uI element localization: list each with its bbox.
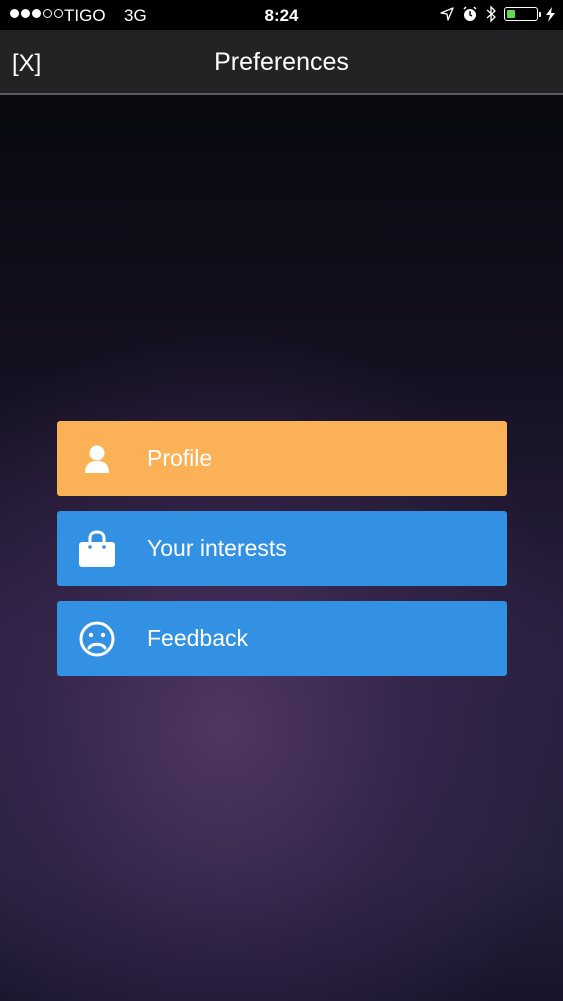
bluetooth-icon xyxy=(486,5,496,23)
profile-label: Profile xyxy=(147,445,213,471)
location-arrow-icon xyxy=(440,7,454,21)
status-bar: TIGO 3G 8:24 xyxy=(0,0,563,30)
page-title: Preferences xyxy=(214,48,349,76)
feedback-button[interactable]: Feedback xyxy=(57,601,507,676)
battery-icon xyxy=(504,7,541,21)
sad-face-icon xyxy=(77,619,117,659)
user-icon xyxy=(77,439,117,479)
content-background: Profile Your interests Feedback xyxy=(0,95,563,1001)
status-icons xyxy=(440,5,555,23)
navigation-bar: [X] Preferences xyxy=(0,30,563,95)
your-interests-button[interactable]: Your interests xyxy=(57,511,507,586)
shopping-bag-icon xyxy=(77,529,117,569)
charging-bolt-icon xyxy=(546,6,555,22)
alarm-icon xyxy=(463,6,477,21)
profile-button[interactable]: Profile xyxy=(57,421,507,496)
your-interests-label: Your interests xyxy=(147,535,287,561)
preferences-menu: Profile Your interests Feedback xyxy=(57,421,507,691)
feedback-label: Feedback xyxy=(147,625,249,651)
